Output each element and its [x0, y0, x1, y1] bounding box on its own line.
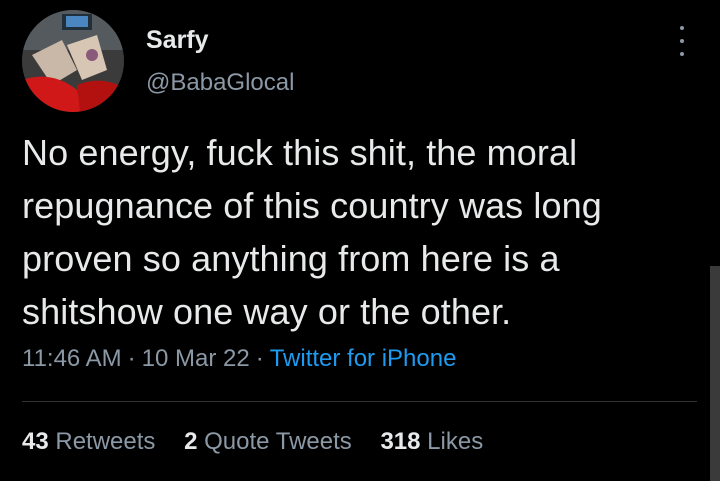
scrollbar[interactable]	[710, 266, 720, 481]
more-dot	[680, 52, 684, 56]
tweet-time[interactable]: 11:46 AM	[22, 345, 122, 372]
divider	[22, 401, 697, 402]
retweets-stat[interactable]: 43 Retweets	[22, 428, 155, 455]
tweet-source-link[interactable]: Twitter for iPhone	[270, 345, 457, 372]
likes-stat[interactable]: 318 Likes	[380, 428, 483, 455]
quote-tweets-stat[interactable]: 2 Quote Tweets	[184, 428, 352, 455]
tweet-text: No energy, fuck this shit, the moral rep…	[22, 132, 602, 332]
more-vertical-icon[interactable]	[672, 26, 692, 56]
meta-separator: ·	[127, 345, 136, 372]
more-dot	[680, 39, 684, 43]
tweet-meta: 11:46 AM · 10 Mar 22 · Twitter for iPhone	[22, 345, 456, 373]
author-handle[interactable]: @BabaGlocal	[146, 69, 294, 97]
quotes-count: 2	[184, 428, 198, 455]
retweets-count: 43	[22, 428, 49, 455]
avatar[interactable]	[22, 10, 124, 112]
tweet-date[interactable]: 10 Mar 22	[142, 345, 250, 372]
tweet-stats: 43 Retweets 2 Quote Tweets 318 Likes	[22, 428, 505, 456]
likes-count: 318	[380, 428, 421, 455]
retweets-label: Retweets	[55, 428, 156, 455]
quotes-label: Quote Tweets	[204, 428, 352, 455]
more-dot	[680, 26, 684, 30]
author-name[interactable]: Sarfy	[146, 26, 209, 55]
meta-separator: ·	[255, 345, 264, 372]
likes-label: Likes	[427, 428, 484, 455]
avatar-image	[22, 10, 124, 112]
